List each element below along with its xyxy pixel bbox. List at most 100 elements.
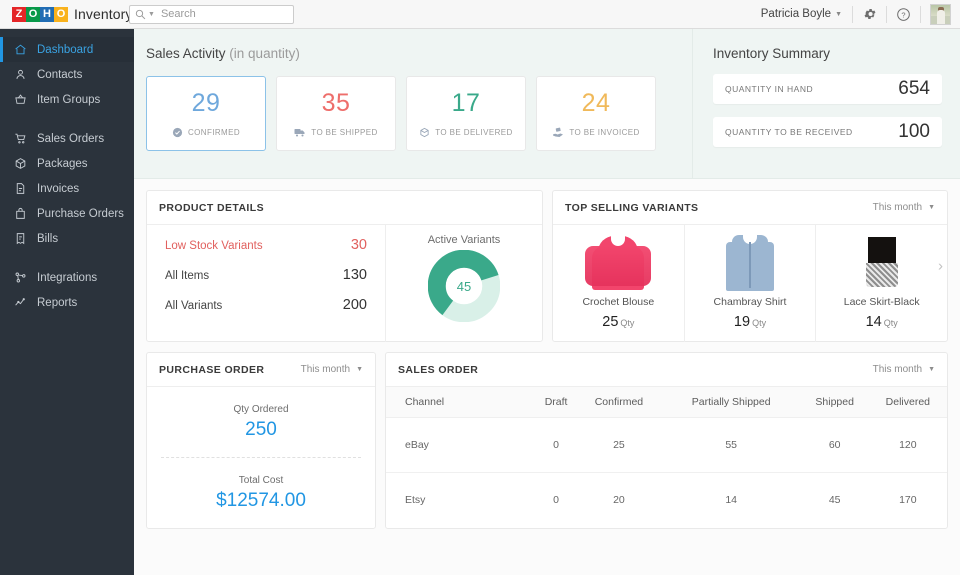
product-line-low-stock-variants[interactable]: Low Stock Variants 30	[165, 237, 367, 253]
sidebar-item-label: Purchase Orders	[37, 207, 124, 220]
divider	[920, 5, 921, 23]
sidebar-item-reports[interactable]: Reports	[0, 290, 134, 315]
card-label: TO BE SHIPPED	[311, 128, 378, 137]
card-value: 29	[191, 89, 221, 117]
logo-letter-o2: O	[54, 6, 68, 22]
inventory-summary-section: Inventory Summary QUANTITY IN HAND 654 Q…	[692, 29, 960, 178]
gear-icon[interactable]	[853, 0, 886, 29]
period-label: This month	[300, 364, 351, 375]
sidebar-item-dashboard[interactable]: Dashboard	[0, 37, 134, 62]
card-confirmed[interactable]: 29 CONFIRMED	[146, 76, 266, 151]
item-qty-unit: Qty	[620, 318, 635, 328]
help-icon[interactable]: ?	[887, 0, 920, 29]
product-line-all-items[interactable]: All Items 130	[165, 267, 367, 283]
donut-center-value: 45	[456, 278, 472, 294]
product-line-all-variants[interactable]: All Variants 200	[165, 297, 367, 313]
sidebar-item-integrations[interactable]: Integrations	[0, 265, 134, 290]
sidebar-item-label: Reports	[37, 296, 78, 309]
panel-title: PRODUCT DETAILS	[159, 201, 264, 214]
item-name: Lace Skirt-Black	[843, 296, 920, 308]
purchase-order-period-selector[interactable]: This month ▼	[301, 364, 363, 375]
sidebar-item-label: Packages	[37, 157, 88, 170]
user-name[interactable]: Patricia Boyle	[761, 8, 831, 20]
column-header-draft: Draft	[536, 387, 577, 418]
inventory-row-label: QUANTITY IN HAND	[725, 84, 814, 94]
avatar[interactable]	[930, 3, 951, 25]
product-line-label: Low Stock Variants	[165, 240, 263, 252]
item-qty: 19	[733, 314, 751, 330]
item-qty-row: 25 Qty	[602, 314, 634, 330]
card-to-be-invoiced[interactable]: 24 TO BE INVOICED	[536, 76, 656, 151]
reports-icon	[14, 296, 30, 309]
search-scope-chevron-icon[interactable]: ▼	[148, 11, 155, 18]
home-icon	[14, 43, 30, 56]
column-header-confirmed: Confirmed	[576, 387, 662, 418]
search-icon	[135, 9, 146, 20]
card-to-be-delivered[interactable]: 17 TO BE DELIVERED	[406, 76, 526, 151]
panel-header: PRODUCT DETAILS	[147, 191, 542, 225]
card-label-row: CONFIRMED	[172, 127, 240, 138]
sidebar-item-invoices[interactable]: Invoices	[0, 176, 134, 201]
package-icon	[14, 157, 30, 170]
logo-letter-o1: O	[26, 6, 40, 22]
brand[interactable]: Z O H O Inventory ▼	[0, 6, 145, 22]
table-row[interactable]: eBay 0 25 55 60 120	[386, 417, 947, 473]
card-to-be-shipped[interactable]: 35 TO BE SHIPPED	[276, 76, 396, 151]
chart-title: Active Variants	[427, 234, 501, 246]
inventory-row-label: QUANTITY TO BE RECEIVED	[725, 127, 853, 137]
chevron-right-icon[interactable]: ›	[938, 258, 943, 275]
card-value: 17	[451, 89, 481, 117]
cell-delivered: 120	[868, 417, 947, 473]
top-selling-variants-panel: TOP SELLING VARIANTS This month ▼ Croche…	[552, 190, 948, 342]
period-label: This month	[872, 202, 923, 213]
main-content: Sales Activity (in quantity) 29 CONFIRME…	[134, 29, 960, 575]
sales-order-period-selector[interactable]: This month ▼	[873, 364, 935, 375]
cell-shipped: 60	[800, 417, 869, 473]
table-row[interactable]: Etsy 0 20 14 45 170	[386, 472, 947, 527]
cell-draft: 0	[536, 472, 577, 527]
product-line-label: All Variants	[165, 300, 223, 312]
product-details-body: Low Stock Variants 30 All Items 130 All …	[147, 225, 542, 342]
sidebar-item-purchase-orders[interactable]: Purchase Orders	[0, 201, 134, 226]
bag-icon	[14, 207, 30, 220]
sidebar-item-label: Sales Orders	[37, 132, 105, 145]
cell-delivered: 170	[868, 472, 947, 527]
card-label-row: TO BE INVOICED	[552, 127, 639, 138]
table-body: eBay 0 25 55 60 120 Etsy 0 20 14 45 170	[386, 417, 947, 527]
cell-confirmed: 25	[576, 417, 662, 473]
search-box[interactable]: ▼	[129, 4, 294, 24]
sidebar-divider-gap	[0, 251, 134, 265]
search-input[interactable]	[160, 8, 281, 20]
card-value: 35	[321, 89, 351, 117]
item-qty-unit: Qty	[752, 318, 767, 328]
sidebar-item-packages[interactable]: Packages	[0, 151, 134, 176]
panel-title: PURCHASE ORDER	[159, 363, 265, 376]
period-label: This month	[872, 364, 923, 375]
top-selling-items: Crochet Blouse 25 Qty Chambray Shirt 19 Qt…	[553, 225, 947, 342]
inventory-summary-title: Inventory Summary	[713, 46, 831, 61]
user-menu-chevron-icon[interactable]: ▼	[835, 11, 842, 18]
sidebar-item-sales-orders[interactable]: Sales Orders	[0, 126, 134, 151]
top-selling-item-lace-skirt-black[interactable]: Lace Skirt-Black 14 Qty	[816, 225, 947, 342]
zoho-logo: Z O H O	[12, 6, 68, 22]
block-label: Qty Ordered	[233, 403, 289, 415]
top-selling-period-selector[interactable]: This month ▼	[873, 202, 935, 213]
sidebar-item-label: Bills	[37, 232, 59, 245]
sidebar-item-bills[interactable]: Bills	[0, 226, 134, 251]
top-selling-item-crochet-blouse[interactable]: Crochet Blouse 25 Qty	[553, 225, 685, 342]
chevron-down-icon: ▼	[356, 366, 363, 373]
sidebar-item-item-groups[interactable]: Item Groups	[0, 87, 134, 112]
black-lace-skirt-image	[851, 232, 913, 292]
user-icon	[14, 68, 30, 81]
top-bar: Z O H O Inventory ▼ ▼ Patricia Boyle ▼ ?	[0, 0, 960, 29]
inventory-row-quantity-in-hand: QUANTITY IN HAND 654	[713, 74, 942, 104]
column-header-channel: Channel	[386, 387, 536, 418]
top-selling-item-chambray-shirt[interactable]: Chambray Shirt 19 Qty	[685, 225, 817, 342]
sales-activity-subtitle: (in quantity)	[229, 46, 300, 61]
logo-letter-z: Z	[12, 6, 26, 22]
sidebar-item-contacts[interactable]: Contacts	[0, 62, 134, 87]
svg-text:?: ?	[901, 10, 905, 19]
sidebar-item-label: Contacts	[37, 68, 83, 81]
cell-confirmed: 20	[576, 472, 662, 527]
sales-activity-title: Sales Activity (in quantity)	[146, 46, 692, 61]
